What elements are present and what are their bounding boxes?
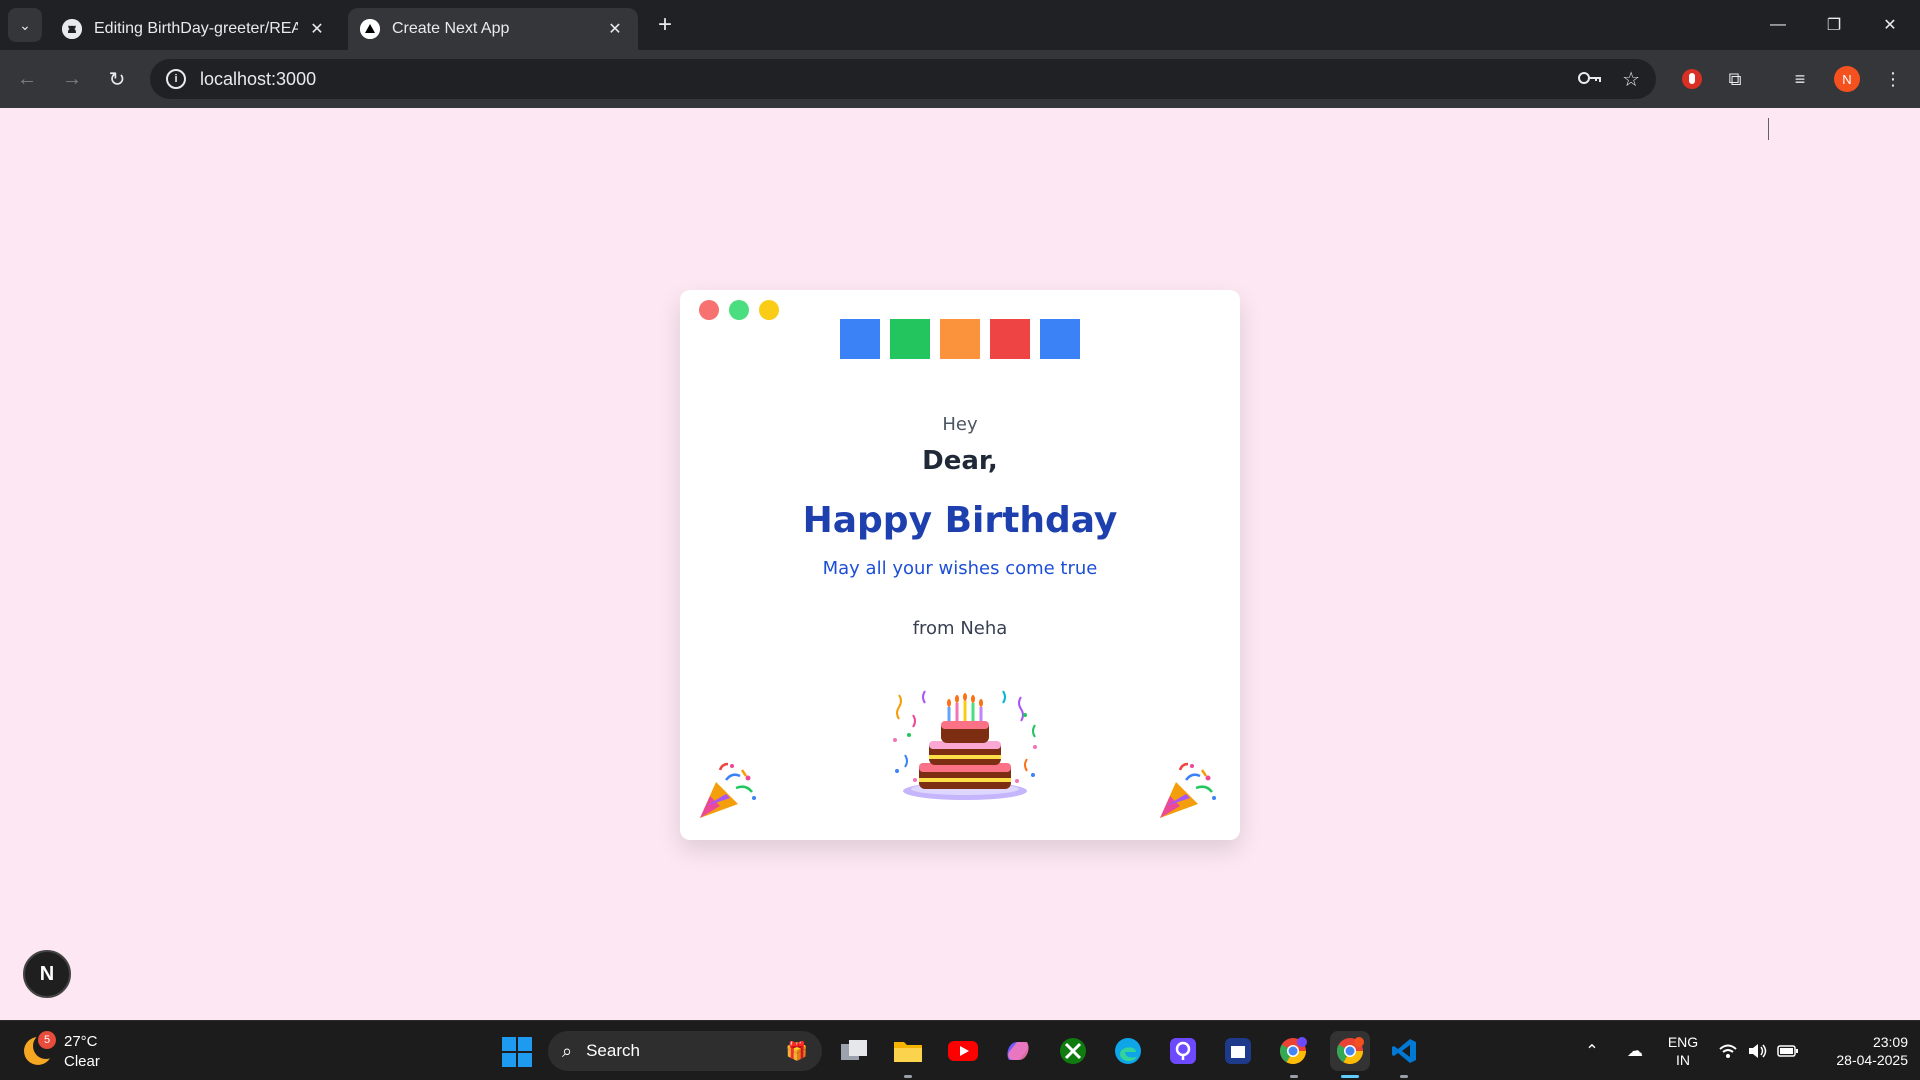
- back-arrow-icon[interactable]: ←: [10, 62, 44, 96]
- url-text[interactable]: localhost:3000: [200, 69, 1558, 90]
- wish-text: May all your wishes come true: [822, 558, 1098, 579]
- running-indicator: [904, 1075, 912, 1078]
- minimize-icon[interactable]: —: [1750, 0, 1806, 50]
- active-indicator: [1341, 1075, 1359, 1078]
- site-info-icon[interactable]: i: [166, 69, 186, 89]
- copilot-icon[interactable]: [1000, 1033, 1036, 1069]
- wifi-icon[interactable]: [1714, 1021, 1742, 1080]
- chrome-profile-icon[interactable]: [1275, 1033, 1311, 1069]
- address-bar[interactable]: i localhost:3000 ☆: [150, 59, 1656, 99]
- task-view-icon[interactable]: [836, 1033, 872, 1069]
- weather-widget[interactable]: 5 27°C Clear: [24, 1029, 124, 1073]
- nextjs-dev-indicator-button[interactable]: N: [23, 950, 71, 998]
- tab-title: Create Next App: [392, 20, 510, 37]
- proton-pass-icon[interactable]: [1165, 1033, 1201, 1069]
- media-queue-icon[interactable]: ≡: [1783, 62, 1817, 96]
- windows-taskbar: 5 27°C Clear ⌕ Search 🎁 ⌃ ☁ ENG IN 23:09…: [0, 1020, 1920, 1080]
- color-square: [940, 319, 980, 359]
- clock-time: 23:09: [1872, 1034, 1908, 1050]
- bookmark-star-icon[interactable]: ☆: [1622, 67, 1640, 92]
- greeting-text: Hey: [942, 414, 978, 435]
- edge-icon[interactable]: [1110, 1033, 1146, 1069]
- tab-title: Editing BirthDay-greeter/READM: [94, 20, 298, 37]
- reload-icon[interactable]: ↻: [100, 62, 134, 96]
- file-explorer-icon[interactable]: [890, 1033, 926, 1069]
- chrome-icon[interactable]: [1330, 1031, 1370, 1071]
- volume-icon[interactable]: [1744, 1021, 1772, 1080]
- battery-icon[interactable]: [1774, 1021, 1802, 1080]
- window-dot-green: [729, 300, 749, 320]
- search-label: Search: [586, 1041, 640, 1060]
- weather-condition: Clear: [64, 1053, 100, 1070]
- headline-text: Happy Birthday: [802, 500, 1118, 541]
- running-indicator: [1400, 1075, 1408, 1078]
- signature-text: from Neha: [912, 618, 1008, 639]
- windows-start-icon[interactable]: [502, 1037, 532, 1067]
- clock-date: 28-04-2025: [1836, 1052, 1908, 1068]
- color-square: [990, 319, 1030, 359]
- tab-create-next-app[interactable]: Create Next App ✕: [348, 8, 638, 50]
- profile-avatar[interactable]: N: [1834, 66, 1860, 92]
- gift-decoration-icon: 🎁: [785, 1040, 808, 1061]
- color-square: [890, 319, 930, 359]
- close-tab-icon[interactable]: ✕: [306, 18, 328, 40]
- teams-icon[interactable]: [1220, 1033, 1256, 1069]
- tab-search-button[interactable]: ⌄: [8, 8, 42, 42]
- nextjs-triangle-icon: [360, 19, 380, 39]
- browser-toolbar: ← → ↻ i localhost:3000 ☆ ⧉ ≡ ⋮: [0, 50, 1920, 140]
- birthday-cake-icon: [893, 690, 1037, 800]
- party-popper-icon: [700, 762, 756, 818]
- vscode-icon[interactable]: [1386, 1033, 1422, 1069]
- window-dot-red: [699, 300, 719, 320]
- system-clock[interactable]: 23:09 28-04-2025: [1812, 1033, 1908, 1069]
- language-region: IN: [1676, 1052, 1690, 1068]
- language-indicator[interactable]: ENG IN: [1666, 1033, 1700, 1069]
- language-code: ENG: [1667, 1034, 1699, 1050]
- birthday-card: Hey Dear, Happy Birthday May all your wi…: [680, 290, 1240, 840]
- extension-hand-icon[interactable]: [1675, 62, 1709, 96]
- salutation-text: Dear,: [922, 446, 998, 476]
- menu-kebab-icon[interactable]: ⋮: [1876, 62, 1910, 96]
- browser-tabbar: ⌄ Editing BirthDay-greeter/READM ✕ Creat…: [0, 0, 1920, 50]
- close-window-icon[interactable]: ✕: [1862, 0, 1918, 50]
- color-square: [1040, 319, 1080, 359]
- xbox-icon[interactable]: [1055, 1033, 1091, 1069]
- extensions-puzzle-icon[interactable]: ⧉: [1718, 62, 1752, 96]
- chevron-down-icon: ⌄: [19, 16, 31, 33]
- weather-badge: 5: [38, 1031, 56, 1049]
- youtube-icon[interactable]: [945, 1033, 981, 1069]
- github-icon: [62, 19, 82, 39]
- window-dot-yellow: [759, 300, 779, 320]
- toolbar-divider: [1768, 118, 1769, 140]
- onedrive-cloud-icon[interactable]: ☁: [1620, 1021, 1650, 1080]
- restore-icon[interactable]: ❐: [1806, 0, 1862, 50]
- color-square: [840, 319, 880, 359]
- weather-temp: 27°C: [64, 1033, 98, 1050]
- search-icon: ⌕: [562, 1040, 573, 1061]
- tab-github[interactable]: Editing BirthDay-greeter/READM ✕: [50, 8, 340, 50]
- chevron-up-icon[interactable]: ⌃: [1580, 1021, 1604, 1080]
- color-squares: [840, 319, 1080, 359]
- taskbar-search-box[interactable]: ⌕ Search 🎁: [548, 1031, 822, 1071]
- close-tab-icon[interactable]: ✕: [604, 18, 626, 40]
- party-popper-icon: [1160, 762, 1216, 818]
- new-tab-plus-icon[interactable]: +: [650, 10, 680, 40]
- forward-arrow-icon[interactable]: →: [55, 62, 89, 96]
- password-key-icon[interactable]: [1578, 68, 1602, 91]
- running-indicator: [1290, 1075, 1298, 1078]
